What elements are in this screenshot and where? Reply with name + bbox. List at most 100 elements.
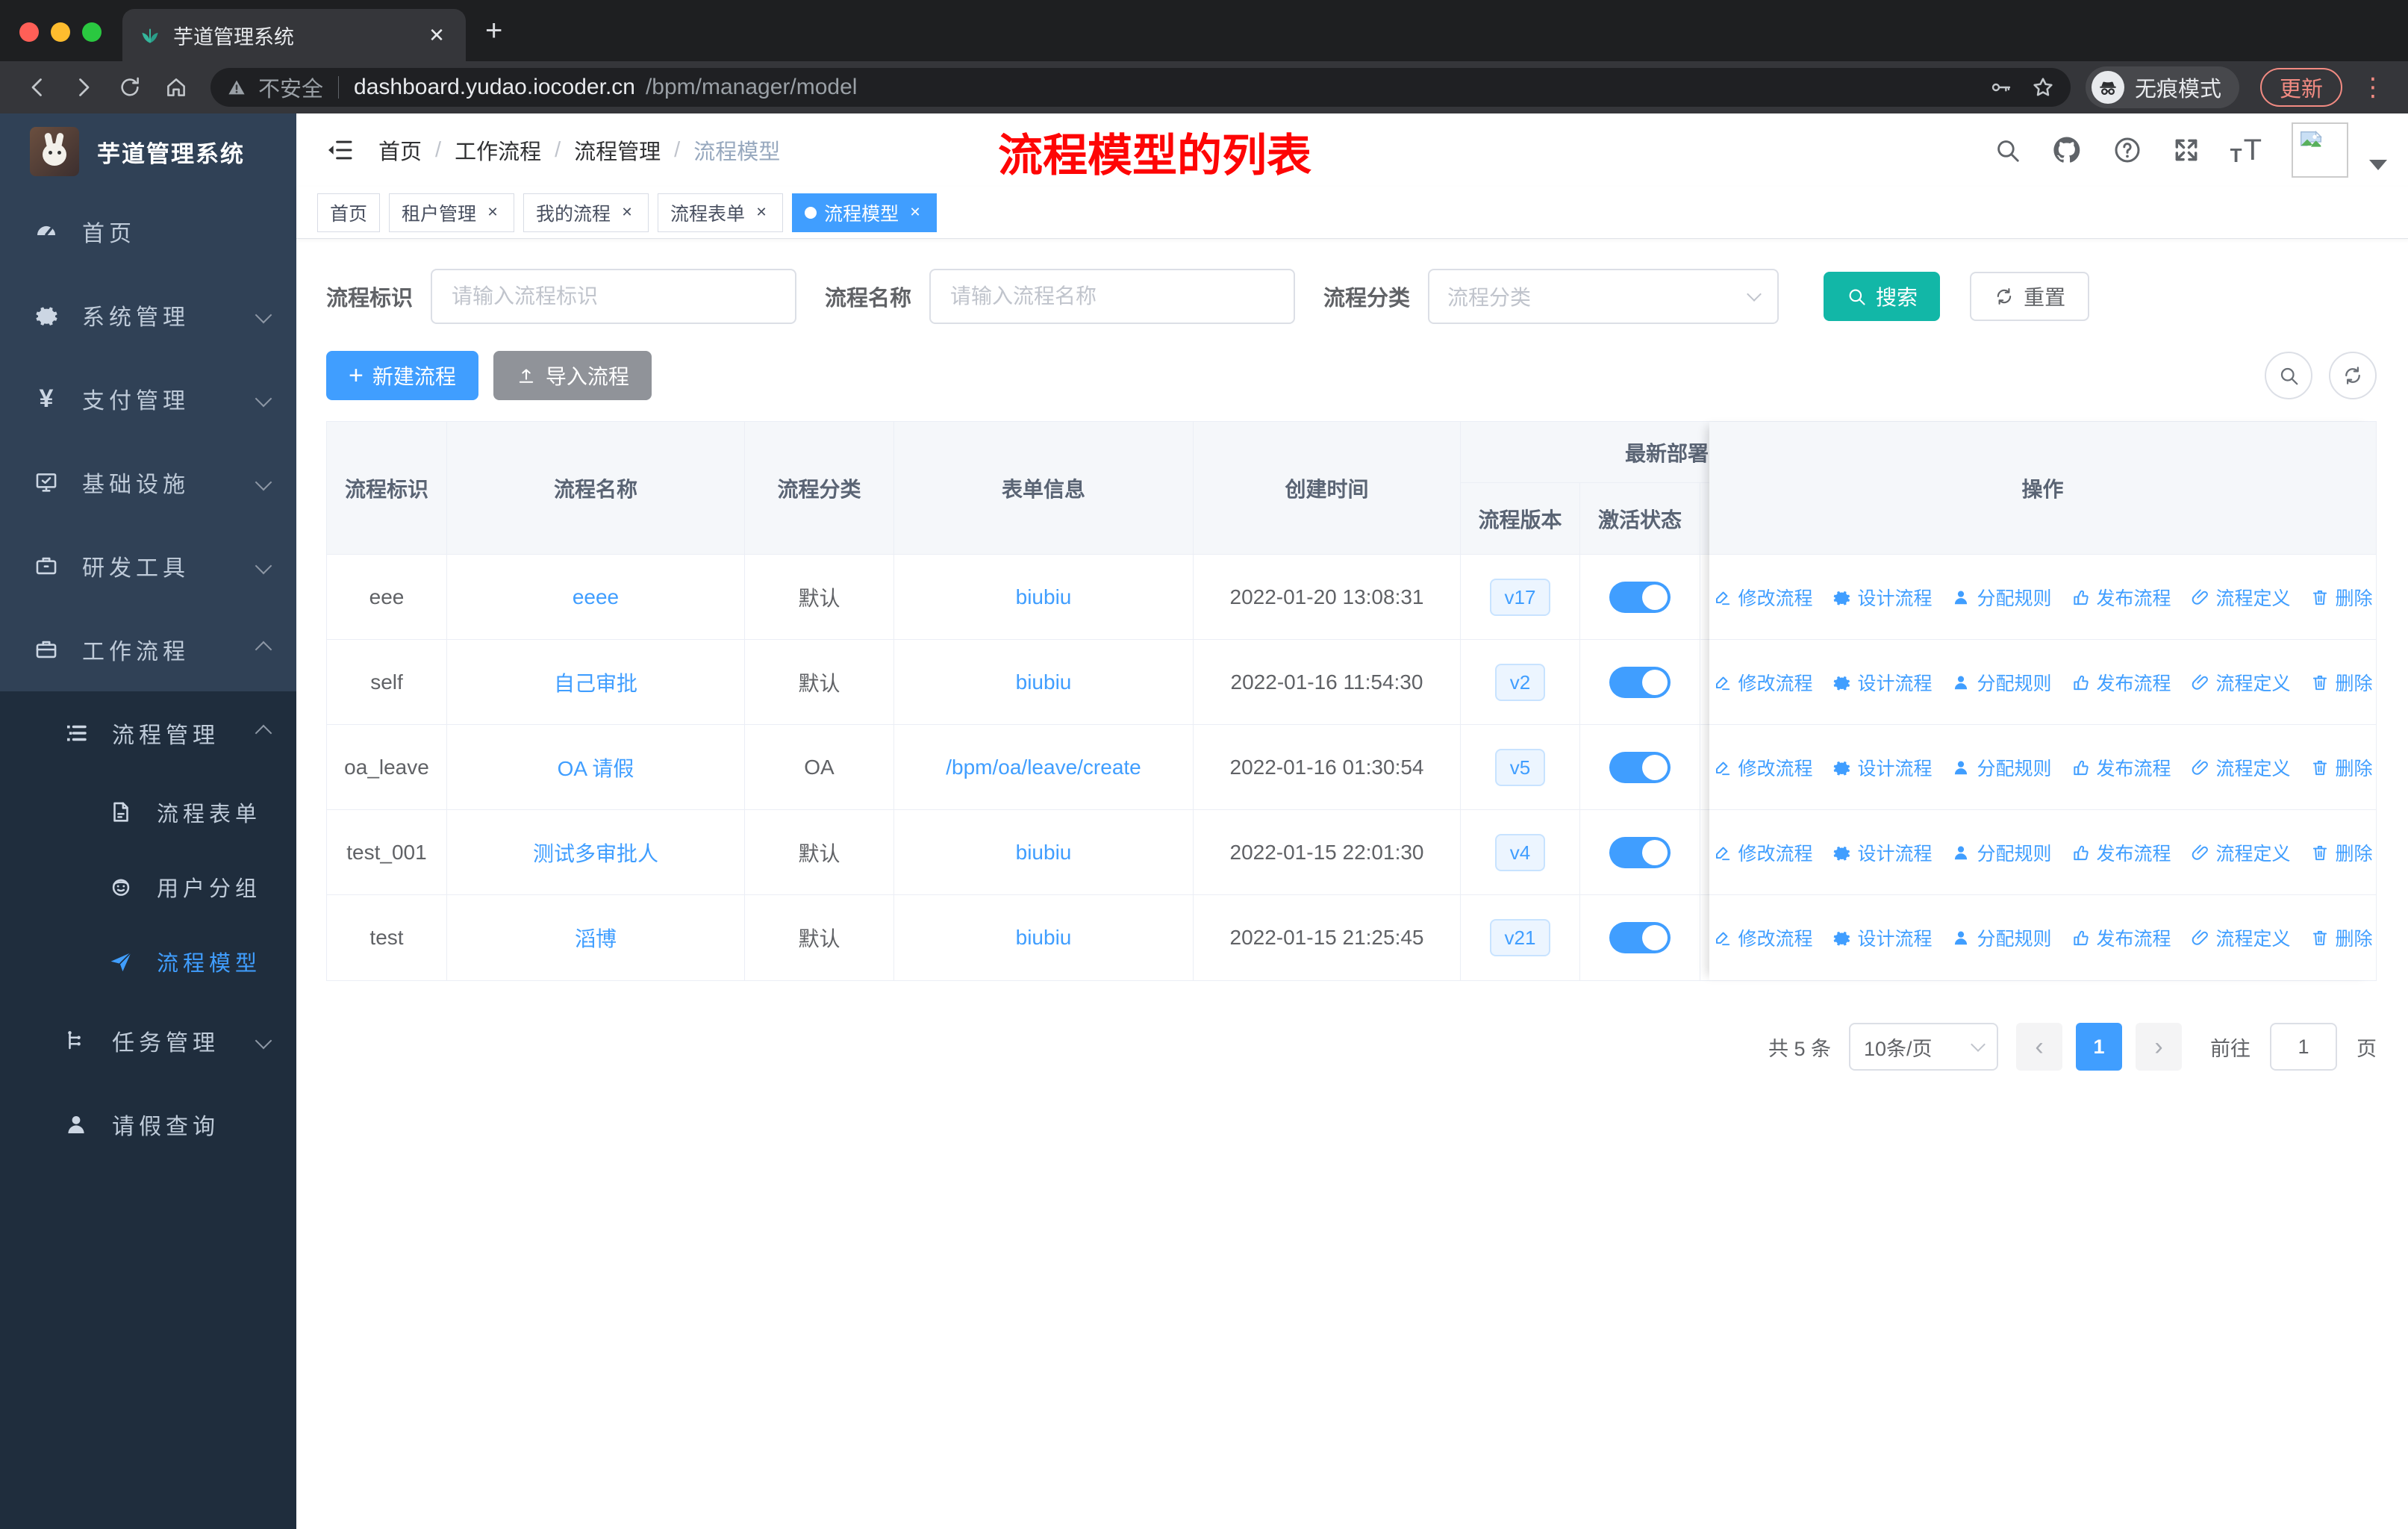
password-key-icon[interactable] — [1989, 75, 2012, 99]
action-流程定义[interactable]: 流程定义 — [2191, 669, 2291, 696]
cell-name-link[interactable]: 自己审批 — [447, 640, 745, 725]
search-button[interactable]: 搜索 — [1824, 272, 1941, 321]
next-page-button[interactable]: › — [2136, 1023, 2182, 1071]
active-toggle[interactable] — [1609, 922, 1671, 953]
form-info-link[interactable]: biubiu — [1016, 670, 1072, 694]
reset-button[interactable]: 重置 — [1970, 272, 2090, 321]
filter-name-input[interactable] — [929, 269, 1296, 324]
sidebar-item-任务管理[interactable]: 任务管理 — [0, 999, 296, 1083]
sidebar-item-基础设施[interactable]: 基础设施 — [0, 440, 296, 524]
action-删除[interactable]: 删除 — [2310, 584, 2373, 611]
tag-view-流程模型[interactable]: 流程模型 ✕ — [792, 193, 938, 232]
window-zoom-button[interactable] — [82, 22, 102, 42]
back-icon[interactable] — [18, 68, 57, 107]
cell-form-link[interactable]: biubiu — [894, 895, 1194, 980]
home-icon[interactable] — [157, 68, 196, 107]
action-发布流程[interactable]: 发布流程 — [2071, 669, 2171, 696]
tab-close-icon[interactable]: ✕ — [424, 22, 449, 48]
action-设计流程[interactable]: 设计流程 — [1832, 839, 1932, 866]
address-bar[interactable]: 不安全 dashboard.yudao.iocoder.cn/bpm/manag… — [210, 68, 2071, 107]
process-name-link[interactable]: 测试多审批人 — [533, 838, 658, 868]
current-page-button[interactable]: 1 — [2076, 1023, 2122, 1071]
browser-tab[interactable]: 芋道管理系统 ✕ — [122, 9, 466, 61]
sidebar-item-流程表单[interactable]: 流程表单 — [0, 775, 296, 850]
action-发布流程[interactable]: 发布流程 — [2071, 924, 2171, 951]
sidebar-item-流程模型[interactable]: 流程模型 — [0, 924, 296, 999]
sidebar-item-请假查询[interactable]: 请假查询 — [0, 1083, 296, 1166]
show-search-toggle-button[interactable] — [2265, 352, 2312, 399]
sidebar-item-流程管理[interactable]: 流程管理 — [0, 691, 296, 775]
cell-active-switch[interactable] — [1580, 810, 1700, 895]
action-分配规则[interactable]: 分配规则 — [1951, 754, 2052, 781]
cell-active-switch[interactable] — [1580, 895, 1700, 980]
sidebar-item-支付管理[interactable]: ¥ 支付管理 — [0, 357, 296, 440]
cell-name-link[interactable]: 滔博 — [447, 895, 745, 980]
action-流程定义[interactable]: 流程定义 — [2191, 839, 2291, 866]
tag-view-首页[interactable]: 首页 — [317, 193, 381, 232]
active-toggle[interactable] — [1609, 581, 1671, 613]
fullscreen-icon[interactable] — [2172, 136, 2200, 164]
help-icon[interactable] — [2112, 135, 2142, 165]
action-修改流程[interactable]: 修改流程 — [1712, 669, 1812, 696]
process-name-link[interactable]: OA 请假 — [558, 753, 634, 782]
page-size-select[interactable]: 10条/页 — [1849, 1023, 1998, 1071]
avatar-broken-image[interactable] — [2292, 122, 2348, 178]
cell-active-switch[interactable] — [1580, 640, 1700, 725]
filter-id-input[interactable] — [431, 269, 797, 324]
action-分配规则[interactable]: 分配规则 — [1951, 839, 2052, 866]
action-发布流程[interactable]: 发布流程 — [2071, 839, 2171, 866]
action-删除[interactable]: 删除 — [2310, 839, 2373, 866]
action-设计流程[interactable]: 设计流程 — [1832, 584, 1932, 611]
cell-form-link[interactable]: biubiu — [894, 810, 1194, 895]
sidebar-item-用户分组[interactable]: 用户分组 — [0, 850, 296, 924]
action-设计流程[interactable]: 设计流程 — [1832, 924, 1932, 951]
cell-form-link[interactable]: biubiu — [894, 640, 1194, 725]
action-删除[interactable]: 删除 — [2310, 924, 2373, 951]
process-name-link[interactable]: eeee — [573, 585, 619, 609]
process-name-link[interactable]: 自己审批 — [554, 667, 637, 697]
active-toggle[interactable] — [1609, 751, 1671, 783]
cell-name-link[interactable]: eeee — [447, 555, 745, 640]
action-修改流程[interactable]: 修改流程 — [1712, 754, 1812, 781]
action-删除[interactable]: 删除 — [2310, 754, 2373, 781]
form-info-link[interactable]: biubiu — [1016, 841, 1072, 865]
tag-view-流程表单[interactable]: 流程表单 ✕ — [658, 193, 784, 232]
action-删除[interactable]: 删除 — [2310, 669, 2373, 696]
breadcrumb-item[interactable]: 首页 — [378, 134, 422, 166]
action-设计流程[interactable]: 设计流程 — [1832, 669, 1932, 696]
sidebar-logo-row[interactable]: 芋道管理系统 — [0, 113, 296, 190]
tag-close-icon[interactable]: ✕ — [752, 204, 770, 222]
github-icon[interactable] — [2051, 134, 2083, 166]
new-tab-button[interactable]: + — [466, 14, 502, 61]
action-分配规则[interactable]: 分配规则 — [1951, 669, 2052, 696]
tag-close-icon[interactable]: ✕ — [618, 204, 636, 222]
action-发布流程[interactable]: 发布流程 — [2071, 754, 2171, 781]
cell-active-switch[interactable] — [1580, 725, 1700, 810]
tag-view-租户管理[interactable]: 租户管理 ✕ — [389, 193, 515, 232]
import-process-button[interactable]: 导入流程 — [493, 351, 652, 400]
refresh-table-button[interactable] — [2329, 352, 2377, 399]
sidebar-item-研发工具[interactable]: 研发工具 — [0, 524, 296, 608]
process-name-link[interactable]: 滔博 — [575, 923, 617, 953]
action-流程定义[interactable]: 流程定义 — [2191, 584, 2291, 611]
tag-close-icon[interactable]: ✕ — [906, 204, 924, 222]
action-修改流程[interactable]: 修改流程 — [1712, 924, 1812, 951]
sidebar-item-工作流程[interactable]: 工作流程 — [0, 608, 296, 691]
action-分配规则[interactable]: 分配规则 — [1951, 924, 2052, 951]
cell-form-link[interactable]: /bpm/oa/leave/create — [894, 725, 1194, 810]
form-info-link[interactable]: /bpm/oa/leave/create — [946, 756, 1141, 779]
cell-active-switch[interactable] — [1580, 555, 1700, 640]
reload-icon[interactable] — [110, 68, 149, 107]
tag-view-我的流程[interactable]: 我的流程 ✕ — [523, 193, 649, 232]
create-process-button[interactable]: + 新建流程 — [326, 351, 478, 400]
action-分配规则[interactable]: 分配规则 — [1951, 584, 2052, 611]
tag-close-icon[interactable]: ✕ — [484, 204, 502, 222]
avatar-caret-icon[interactable] — [2369, 160, 2387, 170]
forward-icon[interactable] — [64, 68, 103, 107]
breadcrumb-item[interactable]: 工作流程 — [455, 134, 541, 166]
prev-page-button[interactable]: ‹ — [2016, 1023, 2062, 1071]
breadcrumb-item[interactable]: 流程管理 — [574, 134, 661, 166]
bookmark-star-icon[interactable] — [2030, 75, 2056, 100]
window-minimize-button[interactable] — [51, 22, 70, 42]
form-info-link[interactable]: biubiu — [1016, 585, 1072, 609]
